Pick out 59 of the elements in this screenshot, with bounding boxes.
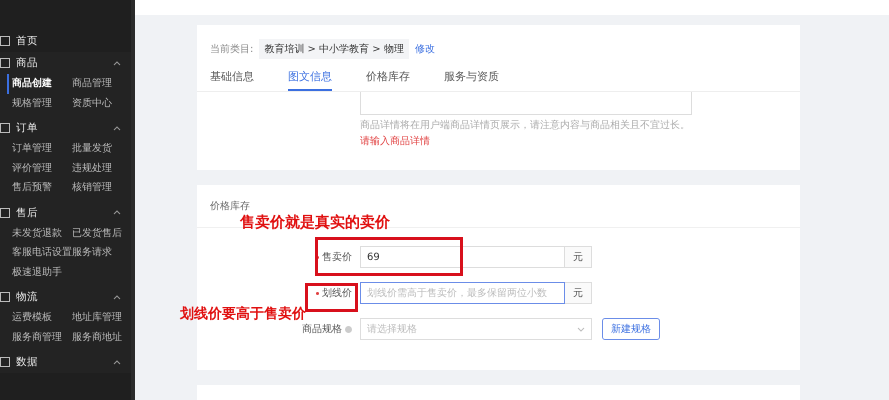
tab[interactable]: 价格库存 xyxy=(366,69,410,91)
sidebar-item[interactable]: 极速退助手 xyxy=(12,262,72,282)
tab[interactable]: 图文信息 xyxy=(288,69,332,91)
price-input-field[interactable]: 69 xyxy=(360,246,565,268)
info-icon xyxy=(345,326,352,332)
field-label: 售卖价 xyxy=(322,250,352,264)
sidebar-item[interactable]: 首页 xyxy=(16,34,38,48)
collapse-caret-icon[interactable] xyxy=(113,294,121,300)
price-input-field[interactable]: 划线价需高于售卖价，最多保留两位小数 xyxy=(360,282,565,304)
new-spec-button[interactable]: 新建规格 xyxy=(602,318,660,340)
sidebar-item[interactable]: 售后预警 xyxy=(12,178,72,198)
sidebar-item[interactable]: 订单管理 xyxy=(12,139,72,158)
annotation-text: 售卖价就是真实的卖价 xyxy=(240,213,390,232)
annotation-text: 划线价要高于售卖价 xyxy=(180,305,306,323)
collapse-caret-icon[interactable] xyxy=(113,126,121,130)
sidebar-item[interactable]: 客服电话设置 xyxy=(12,243,72,262)
sidebar-item[interactable]: 商品管理 xyxy=(72,74,131,94)
sidebar-item[interactable]: 服务商地址 xyxy=(72,328,131,347)
category-label: 当前类目: xyxy=(210,42,254,56)
sidebar-item[interactable]: 已发货售后 xyxy=(72,224,131,243)
group-icon xyxy=(0,292,10,302)
chevron-down-icon xyxy=(577,326,585,332)
sidebar-item[interactable]: 核销管理 xyxy=(72,178,131,198)
field-label: 商品规格 xyxy=(302,322,342,336)
sidebar-group[interactable]: 物流 xyxy=(16,290,38,304)
hint-text: 商品详情将在用户端商品详情页展示，请注意内容与商品相关且不宜过长。 xyxy=(360,118,691,132)
group-icon xyxy=(0,208,10,218)
edit-link[interactable]: 修改 xyxy=(414,42,435,56)
sidebar-item[interactable]: 评价管理 xyxy=(12,158,72,178)
error-text: 请输入商品详情 xyxy=(360,134,431,148)
group-icon xyxy=(0,123,10,133)
collapse-caret-icon[interactable] xyxy=(113,360,121,364)
sidebar-item[interactable]: 规格管理 xyxy=(12,94,72,113)
detail-input-field[interactable] xyxy=(360,92,692,115)
tab[interactable]: 服务与资质 xyxy=(444,69,499,91)
collapse-caret-icon[interactable] xyxy=(113,210,121,215)
sidebar-item[interactable]: 地址库管理 xyxy=(72,308,131,328)
sidebar-item[interactable]: 批量发货 xyxy=(72,139,131,158)
sidebar-group[interactable]: 数据 xyxy=(16,355,38,369)
sidebar-item[interactable]: 服务请求 xyxy=(72,243,131,262)
group-icon xyxy=(0,58,10,68)
sidebar-item[interactable]: 资质中心 xyxy=(72,94,131,113)
sidebar-item[interactable]: 商品创建 xyxy=(7,74,72,94)
home-icon xyxy=(0,36,10,46)
collapse-caret-icon[interactable] xyxy=(113,60,121,66)
tab[interactable]: 基础信息 xyxy=(210,69,254,91)
unit-suffix: 元 xyxy=(565,282,592,304)
field-label: 划线价 xyxy=(322,286,352,300)
sidebar-group[interactable]: 订单 xyxy=(16,121,38,135)
sidebar-group[interactable]: 售后 xyxy=(16,206,38,220)
unit-suffix: 元 xyxy=(565,246,592,268)
annotation-box xyxy=(305,283,358,312)
sidebar-item[interactable]: 违规处理 xyxy=(72,158,131,178)
sidebar-group[interactable]: 商品 xyxy=(16,56,38,70)
sidebar-item[interactable]: 服务商管理 xyxy=(12,328,72,347)
category-path: 教育培训 > 中小学教育 > 物理 xyxy=(259,39,409,59)
group-icon xyxy=(0,357,10,367)
sidebar-item[interactable]: 未发货退款 xyxy=(12,224,72,243)
sidebar-item[interactable]: 运费模板 xyxy=(12,308,72,328)
